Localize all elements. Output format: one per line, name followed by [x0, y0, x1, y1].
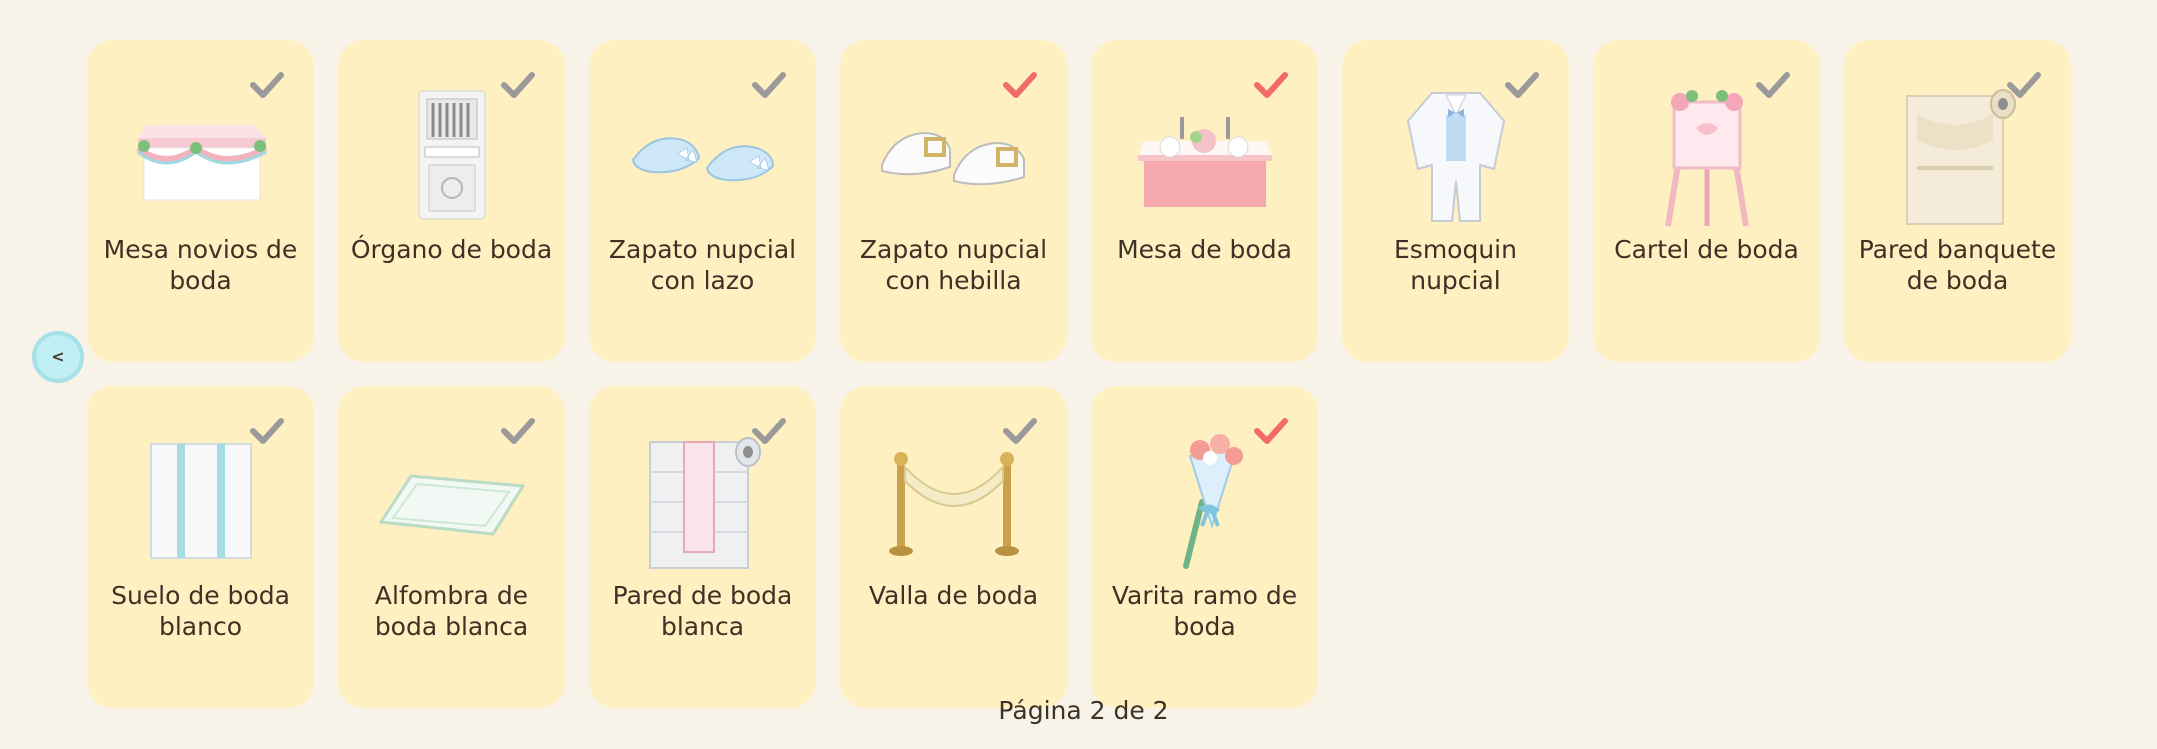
item-card-pared-blanca[interactable]: Pared de boda blanca [589, 386, 816, 708]
item-card-zapato-lazo[interactable]: Zapato nupcial con lazo [589, 40, 816, 362]
rug-icon [338, 426, 565, 576]
item-card-mesa-boda[interactable]: Mesa de boda [1091, 40, 1318, 362]
item-name: Alfombra de boda blanca [374, 581, 529, 641]
easel-sign-icon [1593, 80, 1820, 230]
item-name: Pared de boda blanca [612, 581, 793, 641]
item-name: Suelo de boda blanco [111, 581, 290, 641]
item-name: Esmoquin nupcial [1394, 235, 1517, 295]
previous-page-button[interactable]: < [32, 331, 84, 383]
item-name: Cartel de boda [1614, 235, 1799, 264]
item-card-mesa-novios[interactable]: Mesa novios de boda [87, 40, 314, 362]
wedding-table-icon [1091, 80, 1318, 230]
item-name: Zapato nupcial con hebilla [859, 235, 1048, 295]
item-card-cartel[interactable]: Cartel de boda [1593, 40, 1820, 362]
item-name: Zapato nupcial con lazo [608, 235, 797, 295]
ribbon-shoes-icon [589, 80, 816, 230]
pagination-label: Página 2 de 2 [998, 696, 1169, 725]
item-card-esmoquin[interactable]: Esmoquin nupcial [1342, 40, 1569, 362]
item-grid: Mesa novios de boda Órgano de boda Zapat… [87, 40, 2071, 708]
tuxedo-icon [1342, 80, 1569, 230]
item-card-pared-banquete[interactable]: Pared banquete de boda [1844, 40, 2071, 362]
wallpaper-roll-icon [1844, 80, 2071, 230]
bouquet-wand-icon [1091, 426, 1318, 576]
item-name: Valla de boda [868, 581, 1039, 610]
white-wall-roll-icon [589, 426, 816, 576]
item-card-valla[interactable]: Valla de boda [840, 386, 1067, 708]
rope-barrier-icon [840, 426, 1067, 576]
item-name: Varita ramo de boda [1111, 581, 1298, 641]
catalog-page: < Mesa novios de boda Órgano de boda Zap… [0, 0, 2157, 749]
item-card-organo[interactable]: Órgano de boda [338, 40, 565, 362]
chevron-left-icon: < [51, 347, 65, 366]
organ-icon [338, 80, 565, 230]
item-card-alfombra[interactable]: Alfombra de boda blanca [338, 386, 565, 708]
item-card-zapato-hebilla[interactable]: Zapato nupcial con hebilla [840, 40, 1067, 362]
item-card-suelo[interactable]: Suelo de boda blanco [87, 386, 314, 708]
bridal-table-icon [87, 80, 314, 230]
buckle-shoes-icon [840, 80, 1067, 230]
floor-tile-icon [87, 426, 314, 576]
item-card-varita[interactable]: Varita ramo de boda [1091, 386, 1318, 708]
item-name: Mesa de boda [1117, 235, 1292, 264]
item-name: Mesa novios de boda [103, 235, 298, 295]
item-name: Órgano de boda [350, 235, 553, 264]
item-name: Pared banquete de boda [1858, 235, 2057, 295]
